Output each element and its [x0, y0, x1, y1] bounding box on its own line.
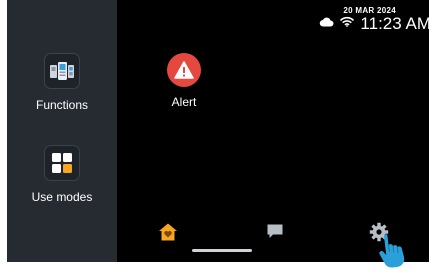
- status-time: 11:23 AM: [360, 14, 429, 33]
- alert-label: Alert: [171, 95, 197, 109]
- intercom-screen: Functions Use modes Alert 20 MAR 2024 11…: [7, 0, 429, 262]
- status-icons: [319, 14, 354, 32]
- functions-label: Functions: [35, 98, 89, 112]
- intercom-devices-icon: [44, 53, 80, 89]
- message-icon: [266, 223, 284, 245]
- nav-messages-button[interactable]: [264, 223, 286, 245]
- cloud-icon: [319, 14, 334, 32]
- use-modes-button[interactable]: Use modes: [7, 145, 117, 204]
- warning-icon: [167, 53, 201, 87]
- wifi-icon: [340, 14, 354, 32]
- home-heart-icon: [158, 222, 178, 247]
- nav-home-button[interactable]: [157, 223, 179, 245]
- alert-button[interactable]: Alert: [162, 53, 206, 109]
- touch-hand-icon: [378, 232, 420, 273]
- use-modes-label: Use modes: [31, 190, 93, 204]
- functions-button[interactable]: Functions: [7, 53, 117, 112]
- sidebar: Functions Use modes: [7, 0, 117, 262]
- grid-modes-icon: [44, 145, 80, 181]
- home-indicator-bar[interactable]: [192, 249, 252, 252]
